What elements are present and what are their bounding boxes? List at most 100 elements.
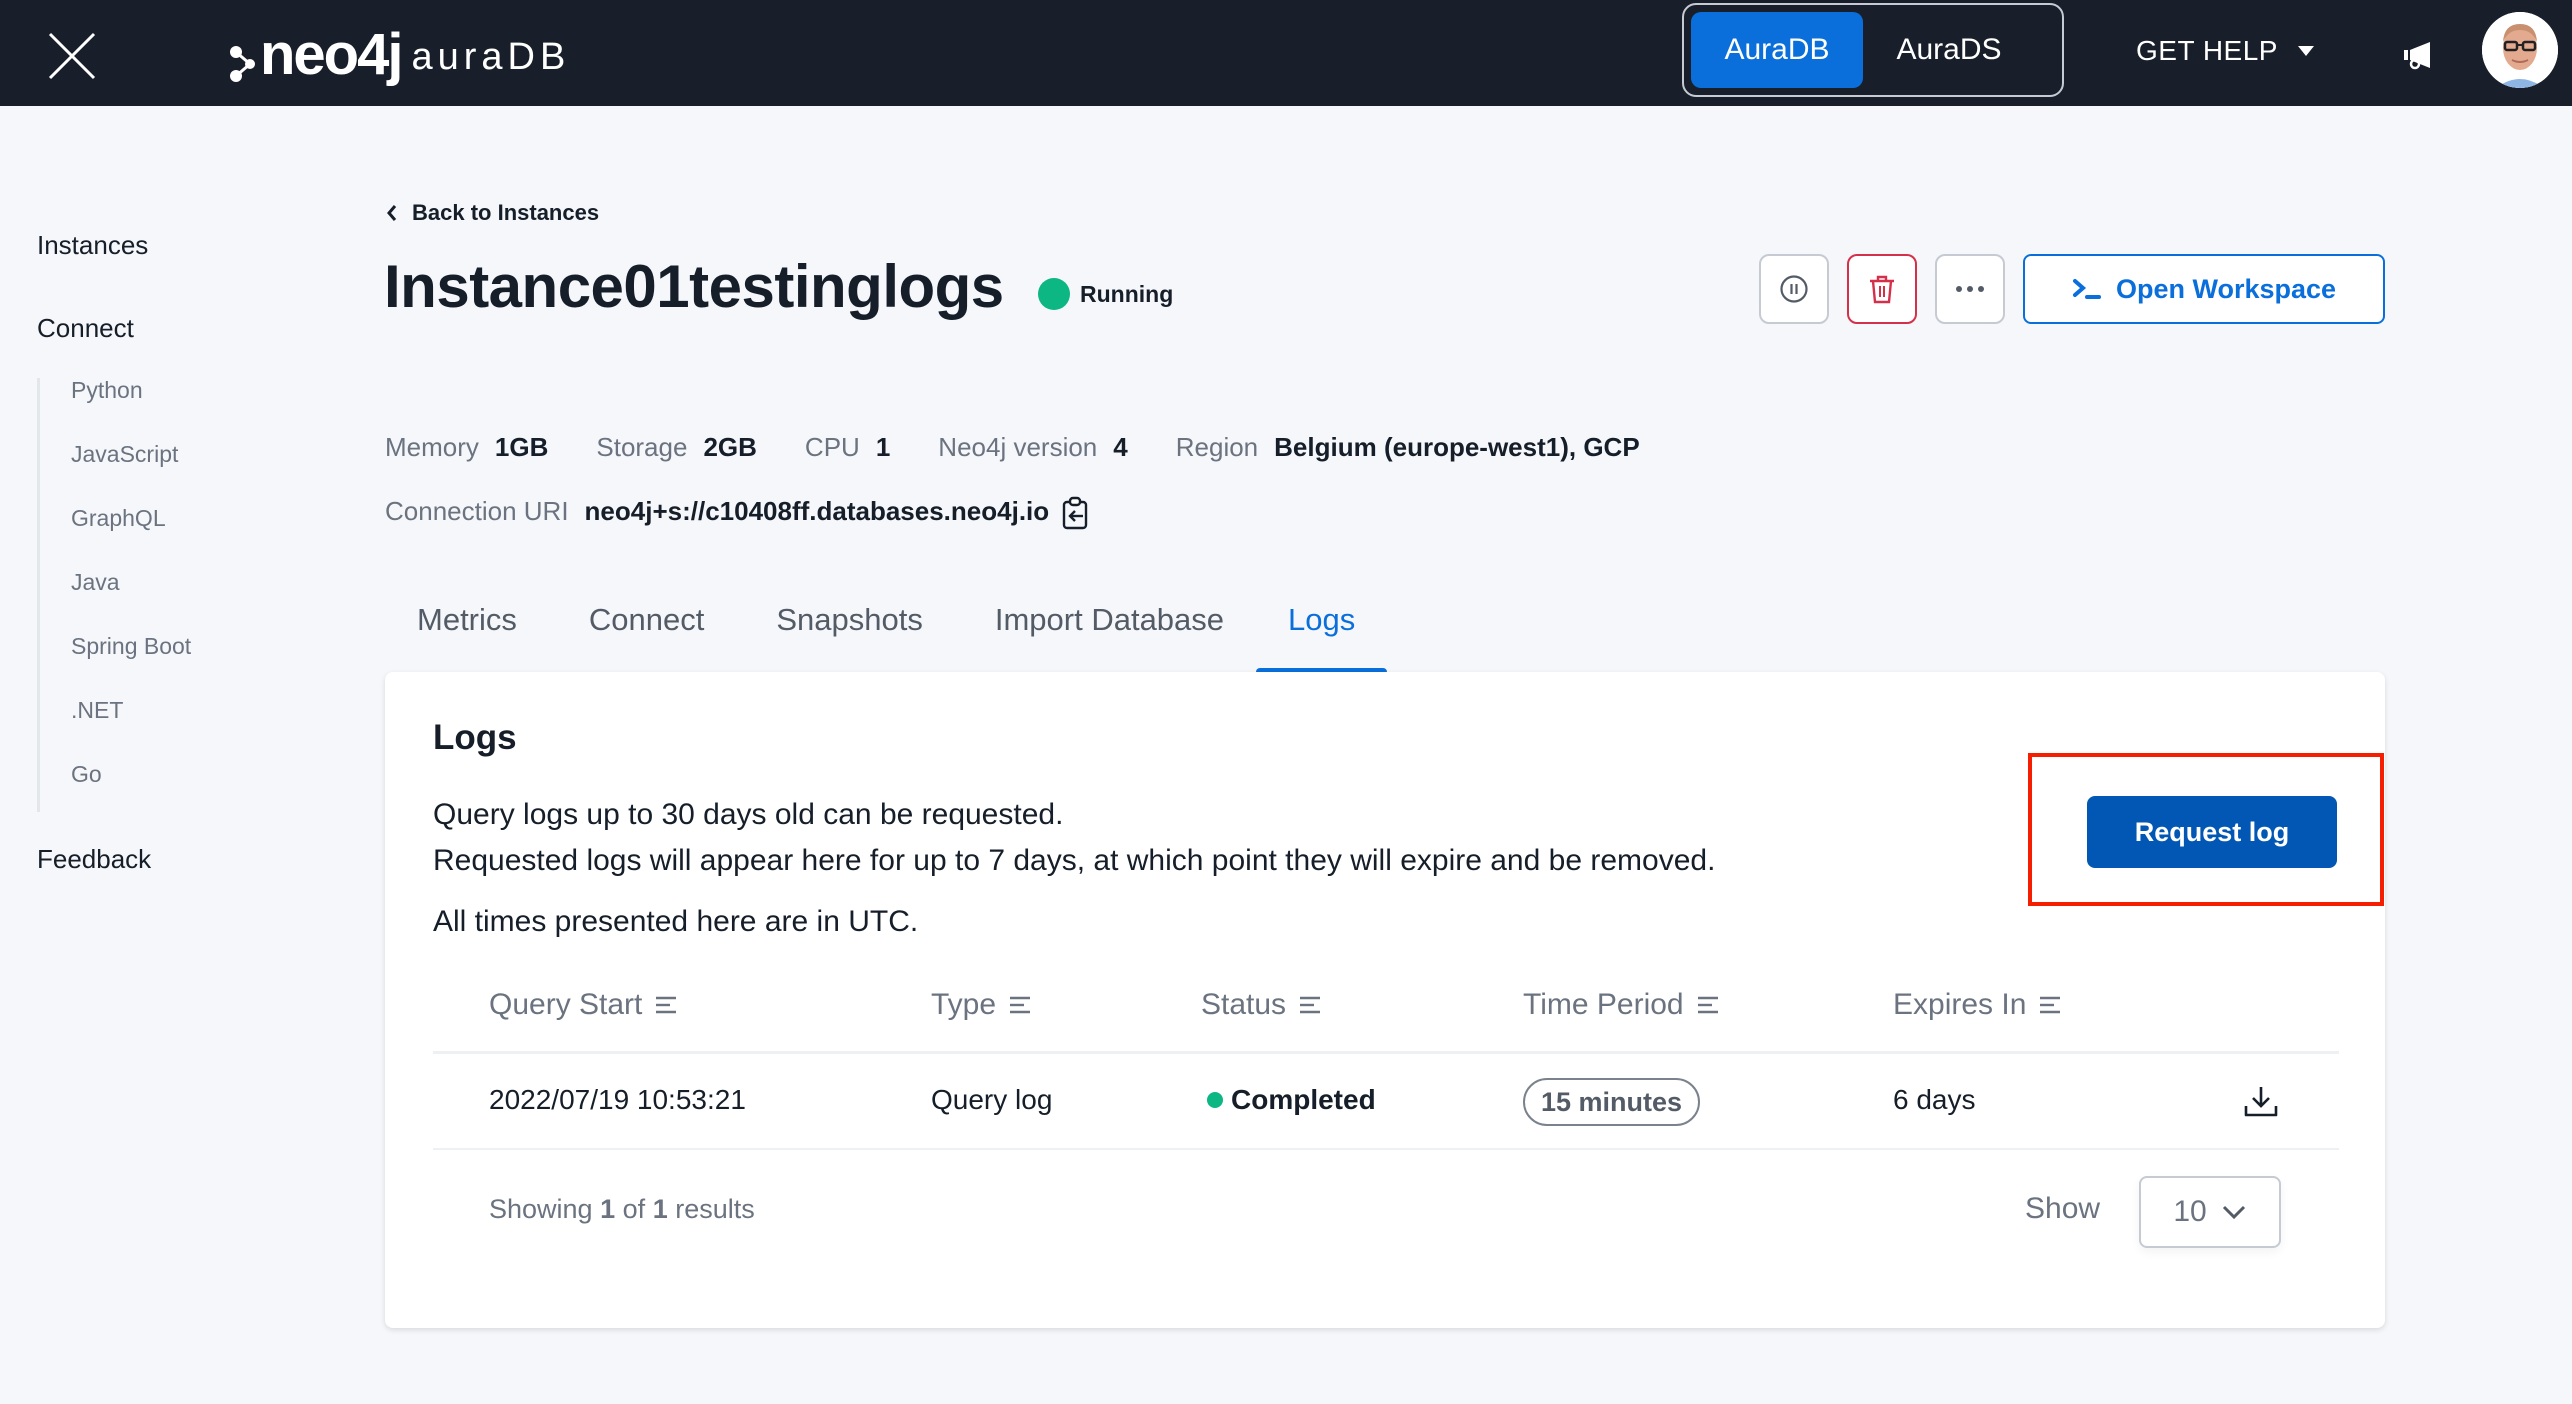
table-row: 2022/07/19 10:53:21 Query log Completed … [433,1054,2339,1150]
column-label: Time Period [1523,988,1684,1021]
tab-connect[interactable]: Connect [557,590,736,674]
sidebar-item-feedback[interactable]: Feedback [37,844,337,875]
cell-status-text: Completed [1231,1084,1376,1115]
trash-icon [1870,275,1894,304]
showing-prefix: Showing [489,1194,593,1224]
connection-uri-label: Connection URI [385,496,569,526]
storage-label: Storage [596,432,688,462]
pause-icon [1780,275,1808,303]
results-summary: Showing 1 of 1 results [489,1194,755,1225]
close-icon[interactable] [46,30,98,82]
download-icon[interactable] [2243,1084,2279,1120]
memory-value: 1GB [494,432,549,462]
request-log-button[interactable]: Request log [2087,796,2337,868]
column-label: Expires In [1893,988,2027,1021]
copy-to-clipboard-icon[interactable] [1061,496,1089,530]
status-dot-icon [1207,1092,1223,1108]
sort-icon [2040,996,2061,1014]
sidebar-item-graphql[interactable]: GraphQL [71,506,337,570]
chevron-left-icon [387,205,397,221]
chevron-down-icon [2222,1205,2245,1220]
column-header-type[interactable]: Type [931,988,1032,1022]
instance-tabs: Metrics Connect Snapshots Import Databas… [385,590,1388,674]
tab-logs[interactable]: Logs [1256,590,1388,674]
results-suffix: results [675,1194,755,1224]
sort-icon [656,996,677,1014]
toggle-auradb[interactable]: AuraDB [1691,12,1863,88]
column-header-expires-in[interactable]: Expires In [1893,988,2062,1022]
delete-button[interactable] [1847,254,1917,324]
tab-snapshots[interactable]: Snapshots [744,590,955,674]
instance-status-text: Running [1080,280,1174,307]
logo-brand: neo4j [260,21,403,87]
sidebar-item-spring-boot[interactable]: Spring Boot [71,634,337,698]
logs-description-line2: Requested logs will appear here for up t… [433,844,1716,877]
column-label: Type [931,988,997,1021]
tab-import-database[interactable]: Import Database [963,590,1256,674]
connection-uri-value: neo4j+s://c10408ff.databases.neo4j.io [584,496,1050,526]
sidebar-item-go[interactable]: Go [71,762,337,812]
instance-specs: Memory 1GB Storage 2GB CPU 1 Neo4j versi… [385,432,1688,463]
column-header-status[interactable]: Status [1201,988,1322,1022]
open-workspace-button[interactable]: Open Workspace [2023,254,2385,324]
memory-label: Memory [385,432,479,462]
sidebar-item-python[interactable]: Python [71,378,337,442]
terminal-prompt-icon [2072,279,2101,299]
cell-query-start: 2022/07/19 10:53:21 [489,1084,746,1115]
more-actions-button[interactable] [1935,254,2005,324]
get-help-label: GET HELP [2136,35,2278,66]
neo4j-graph-logo-icon [230,46,255,82]
open-workspace-label: Open Workspace [2115,273,2337,304]
neo4j-aura-logo[interactable]: neo4j auraDB [228,14,570,94]
caret-down-icon [2297,46,2314,56]
tab-metrics[interactable]: Metrics [385,590,549,674]
more-icon [1956,286,1984,292]
sidebar: Instances Connect Python JavaScript Grap… [37,230,337,875]
cell-type: Query log [931,1084,1053,1115]
avatar-photo-icon [2482,12,2558,88]
logs-table: Query Start Type Status Time Period Expi… [433,962,2339,1150]
neo4j-version-value: 4 [1113,432,1128,462]
shown-count: 1 [600,1194,616,1224]
logs-utc-note: All times presented here are in UTC. [433,905,919,938]
logs-description-line1: Query logs up to 30 days old can be requ… [433,798,1064,831]
logs-table-header: Query Start Type Status Time Period Expi… [433,962,2339,1054]
product-toggle: AuraDB AuraDS [1682,3,2064,97]
page-size-label: Show [2025,1192,2101,1225]
storage-value: 2GB [703,432,757,462]
megaphone-icon[interactable] [2402,40,2434,70]
cell-expires-in: 6 days [1893,1084,1976,1115]
sort-icon [1300,996,1321,1014]
page-size-value: 10 [2173,1195,2207,1228]
logo-product: auraDB [411,35,571,78]
total-count: 1 [652,1194,668,1224]
page-size-select[interactable]: 10 [2139,1176,2281,1248]
column-header-time-period[interactable]: Time Period [1523,988,1720,1022]
sidebar-item-dotnet[interactable]: .NET [71,698,337,762]
sort-icon [1010,996,1031,1014]
get-help-menu[interactable]: GET HELP [2136,28,2314,74]
cell-time-period-pill: 15 minutes [1523,1078,1701,1126]
status-dot-icon [1038,278,1070,310]
region-label: Region [1175,432,1259,462]
cpu-label: CPU [804,432,860,462]
neo4j-version-label: Neo4j version [938,432,1098,462]
top-navigation-bar: neo4j auraDB AuraDB AuraDS GET HELP [0,0,2572,106]
sort-icon [1697,996,1718,1014]
sidebar-connect-submenu: Python JavaScript GraphQL Java Spring Bo… [37,378,337,812]
connection-uri-row: Connection URI neo4j+s://c10408ff.databa… [385,496,1089,530]
region-value: Belgium (europe-west1), GCP [1274,432,1640,462]
column-label: Status [1201,988,1287,1021]
sidebar-item-java[interactable]: Java [71,570,337,634]
pause-button[interactable] [1759,254,1829,324]
back-to-instances-link[interactable]: Back to Instances [386,200,599,226]
sidebar-item-javascript[interactable]: JavaScript [71,442,337,506]
column-header-query-start[interactable]: Query Start [489,988,678,1022]
of-label: of [622,1194,646,1224]
cell-status: Completed [1207,1084,1376,1116]
column-label: Query Start [489,988,643,1021]
sidebar-item-connect[interactable]: Connect [37,313,337,344]
user-avatar[interactable] [2482,12,2558,88]
toggle-aurads[interactable]: AuraDS [1863,12,2035,88]
sidebar-item-instances[interactable]: Instances [37,230,337,261]
